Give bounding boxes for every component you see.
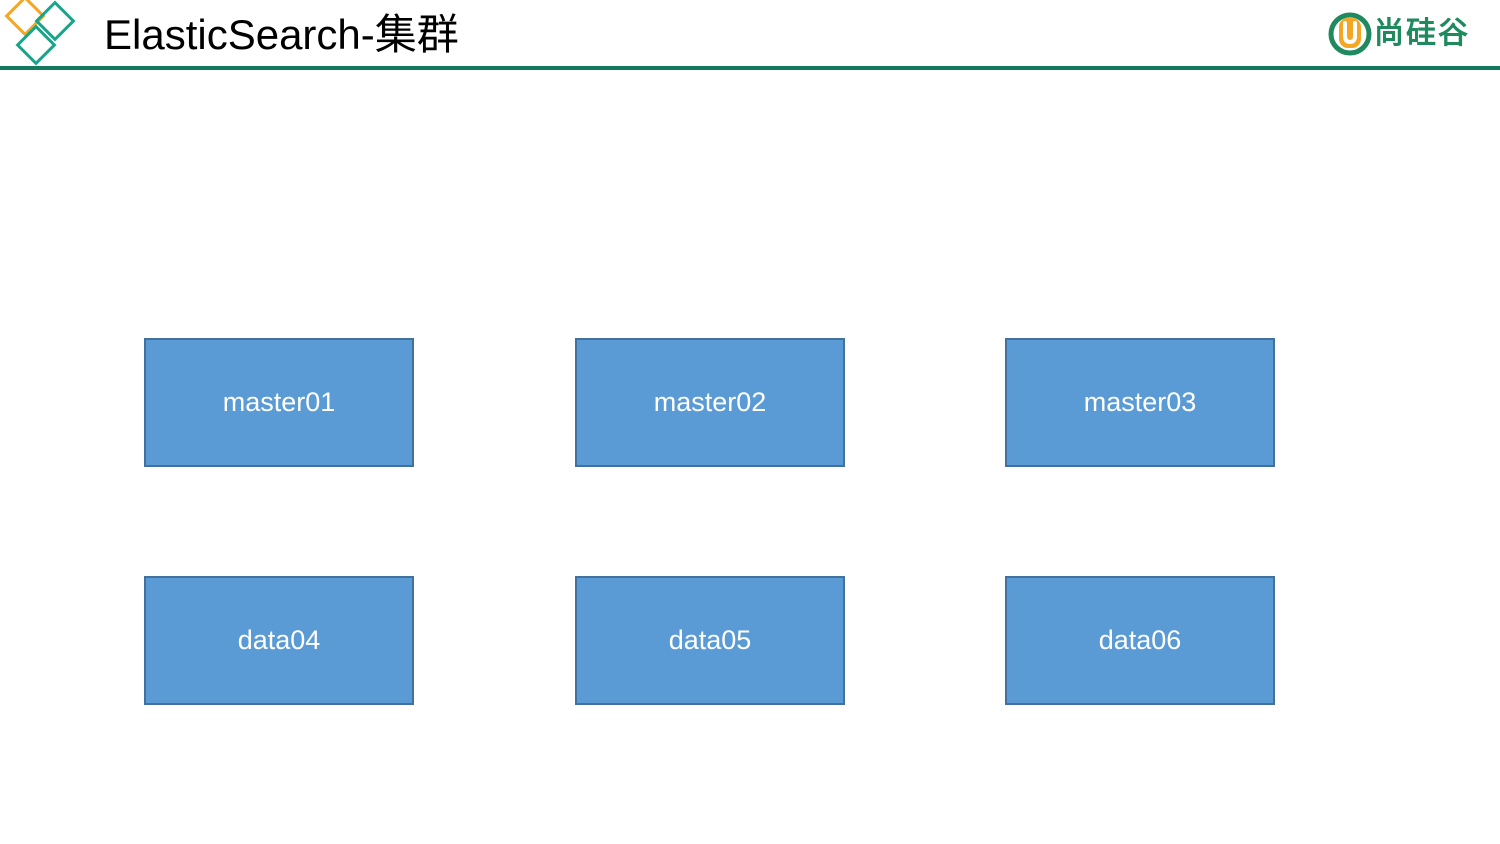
node-label: master02 [653,387,767,417]
brand-logo: 尚硅谷 [1328,12,1470,56]
u-logo-icon [1328,12,1372,56]
page-title: ElasticSearch-集群 [104,11,459,58]
node-label: data05 [668,625,752,655]
node-label: master01 [222,387,336,417]
data-node-5: data05 [575,576,845,705]
node-label: master03 [1083,387,1197,417]
data-node-4: data04 [144,576,414,705]
slide-header: ElasticSearch-集群 尚硅谷 [0,0,1500,72]
diamond-logo-icon [4,0,76,66]
master-node-2: master02 [575,338,845,467]
master-node-3: master03 [1005,338,1275,467]
master-node-1: master01 [144,338,414,467]
node-label: data06 [1098,625,1182,655]
node-label: data04 [237,625,321,655]
data-node-6: data06 [1005,576,1275,705]
header-divider [0,66,1500,70]
brand-name: 尚硅谷 [1374,17,1470,50]
